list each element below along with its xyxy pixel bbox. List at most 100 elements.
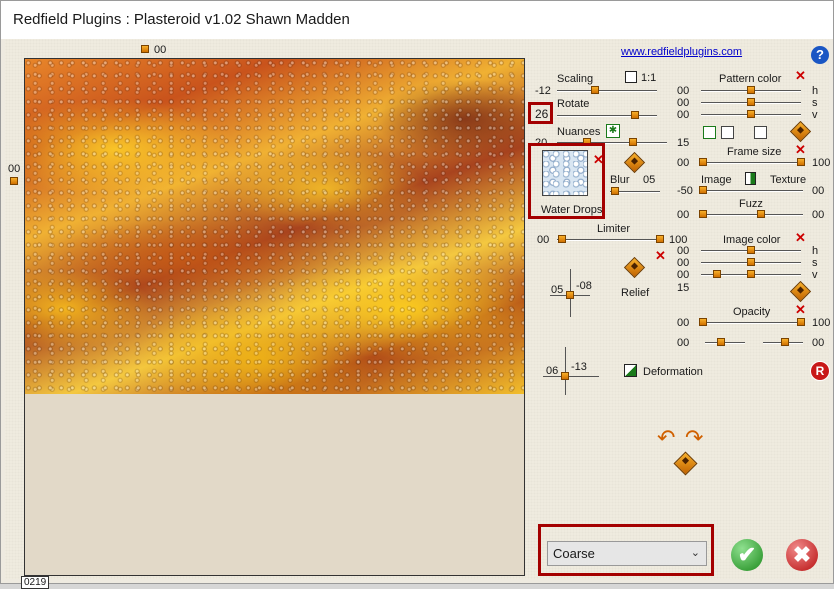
preview-panel: 0219 bbox=[21, 58, 525, 589]
deformation-handle[interactable] bbox=[561, 372, 569, 380]
texture-random-icon[interactable] bbox=[623, 151, 646, 174]
ratio-checkbox[interactable] bbox=[625, 71, 637, 83]
opacity-row2-right-handle[interactable] bbox=[781, 338, 789, 346]
image-color-reset-icon[interactable]: ✕ bbox=[795, 231, 806, 244]
relief-reset-icon[interactable]: ✕ bbox=[655, 249, 666, 262]
image-h-handle[interactable] bbox=[747, 246, 755, 254]
nuances-random-icon[interactable]: ✱ bbox=[606, 124, 620, 138]
window-title: Redfield Plugins : Plasteroid v1.02 Shaw… bbox=[13, 11, 350, 28]
pattern-v-label: v bbox=[812, 109, 818, 121]
random-all-icon[interactable] bbox=[673, 451, 698, 476]
opacity-track[interactable] bbox=[701, 322, 803, 324]
opacity-reset-icon[interactable]: ✕ bbox=[795, 303, 806, 316]
title-bar: Redfield Plugins : Plasteroid v1.02 Shaw… bbox=[1, 1, 833, 39]
opacity-row2-right-value: 00 bbox=[812, 337, 825, 349]
image-texture-track[interactable] bbox=[701, 190, 803, 192]
frame-size-track[interactable] bbox=[701, 162, 803, 164]
deformation-y-axis bbox=[565, 347, 566, 395]
image-v-handle[interactable] bbox=[747, 270, 755, 278]
ratio-label: 1:1 bbox=[641, 72, 657, 84]
blur-value: 05 bbox=[643, 174, 656, 186]
pattern-s-handle[interactable] bbox=[747, 98, 755, 106]
deformation-label: Deformation bbox=[643, 366, 703, 378]
fuzz-max-value: 00 bbox=[812, 209, 825, 221]
image-v-label: v bbox=[812, 269, 818, 281]
pattern-s-value: 00 bbox=[677, 97, 690, 109]
opacity-row2-left-handle[interactable] bbox=[717, 338, 725, 346]
limiter-right-handle[interactable] bbox=[656, 235, 664, 243]
help-icon[interactable]: ? bbox=[811, 46, 829, 64]
blur-handle[interactable] bbox=[611, 187, 619, 195]
ok-button[interactable]: ✔ bbox=[731, 539, 763, 571]
opacity-right-handle[interactable] bbox=[797, 318, 805, 326]
frame-size-left-handle[interactable] bbox=[699, 158, 707, 166]
relief-random-icon[interactable] bbox=[623, 256, 646, 279]
image-texture-max-value: 00 bbox=[812, 185, 825, 197]
image-label: Image bbox=[701, 174, 732, 186]
blur-label: Blur bbox=[610, 174, 630, 186]
undo-arrow-icon[interactable]: ↶ bbox=[657, 427, 675, 449]
limiter-left-handle[interactable] bbox=[558, 235, 566, 243]
relief-handle[interactable] bbox=[566, 291, 574, 299]
frame-random-icon[interactable] bbox=[789, 120, 812, 143]
fuzz-track[interactable] bbox=[701, 214, 803, 216]
preview-counter: 0219 bbox=[21, 576, 50, 589]
frame-shape-empty-icon[interactable] bbox=[721, 126, 734, 139]
frame-size-label: Frame size bbox=[727, 146, 782, 158]
frame-size-reset-icon[interactable]: ✕ bbox=[795, 143, 806, 156]
limiter-min-value: 00 bbox=[537, 234, 550, 246]
quality-select[interactable]: Coarse ⌄ bbox=[547, 541, 707, 566]
frame-size-max-value: 100 bbox=[812, 157, 831, 169]
image-color-random-icon[interactable] bbox=[789, 280, 812, 303]
reset-all-icon[interactable]: R bbox=[810, 361, 830, 381]
image-s-handle[interactable] bbox=[747, 258, 755, 266]
deformation-checkbox[interactable] bbox=[624, 364, 637, 377]
quality-select-value: Coarse bbox=[553, 546, 595, 561]
image-v-value: 00 bbox=[677, 269, 690, 281]
image-texture-value: -50 bbox=[677, 185, 693, 197]
rotate-label: Rotate bbox=[557, 98, 590, 110]
pattern-h-handle[interactable] bbox=[747, 86, 755, 94]
vertical-offset-value: 00 bbox=[154, 44, 167, 56]
pattern-color-reset-icon[interactable]: ✕ bbox=[795, 69, 806, 82]
rotate-track[interactable] bbox=[557, 115, 657, 117]
horizontal-offset-handle[interactable] bbox=[10, 177, 18, 185]
scaling-track[interactable] bbox=[557, 90, 657, 92]
horizontal-offset-value: 00 bbox=[8, 163, 21, 175]
fuzz-left-handle[interactable] bbox=[699, 210, 707, 218]
deformation-x-value: 06 bbox=[546, 365, 559, 377]
rotate-value: 26 bbox=[535, 107, 549, 121]
image-v-handle-left[interactable] bbox=[713, 270, 721, 278]
texture-thumbnail[interactable] bbox=[542, 150, 588, 196]
limiter-track[interactable] bbox=[557, 239, 663, 241]
opacity-row2-left-track[interactable] bbox=[705, 342, 745, 344]
texture-remove-icon[interactable]: ✕ bbox=[593, 153, 604, 166]
redo-arrow-icon[interactable]: ↷ bbox=[685, 427, 703, 449]
nuances-label: Nuances bbox=[557, 126, 601, 138]
frame-size-right-handle[interactable] bbox=[797, 158, 805, 166]
pattern-v-handle[interactable] bbox=[747, 110, 755, 118]
fuzz-min-value: 00 bbox=[677, 209, 690, 221]
cancel-button[interactable]: ✖ bbox=[786, 539, 818, 571]
frame-shape-square-icon[interactable] bbox=[703, 126, 716, 139]
opacity-left-handle[interactable] bbox=[699, 318, 707, 326]
image-h-value: 00 bbox=[677, 245, 690, 257]
image-texture-toggle[interactable] bbox=[745, 172, 756, 185]
nuances-right-handle[interactable] bbox=[629, 138, 637, 146]
scaling-handle[interactable] bbox=[591, 86, 599, 94]
vertical-offset-handle[interactable] bbox=[141, 45, 149, 53]
limiter-label: Limiter bbox=[597, 223, 631, 235]
website-link[interactable]: www.redfieldplugins.com bbox=[621, 46, 742, 58]
preview-image[interactable] bbox=[25, 59, 524, 394]
pattern-h-label: h bbox=[812, 85, 819, 97]
rotate-handle[interactable] bbox=[631, 111, 639, 119]
pattern-color-label: Pattern color bbox=[719, 73, 782, 85]
pattern-h-value: 00 bbox=[677, 85, 690, 97]
image-s-value: 00 bbox=[677, 257, 690, 269]
frame-shape-diamond-icon[interactable] bbox=[754, 126, 767, 139]
texture-name: Water Drops bbox=[541, 204, 603, 216]
image-h-label: h bbox=[812, 245, 819, 257]
fuzz-right-handle[interactable] bbox=[757, 210, 765, 218]
texture-label: Texture bbox=[770, 174, 807, 186]
image-texture-handle[interactable] bbox=[699, 186, 707, 194]
